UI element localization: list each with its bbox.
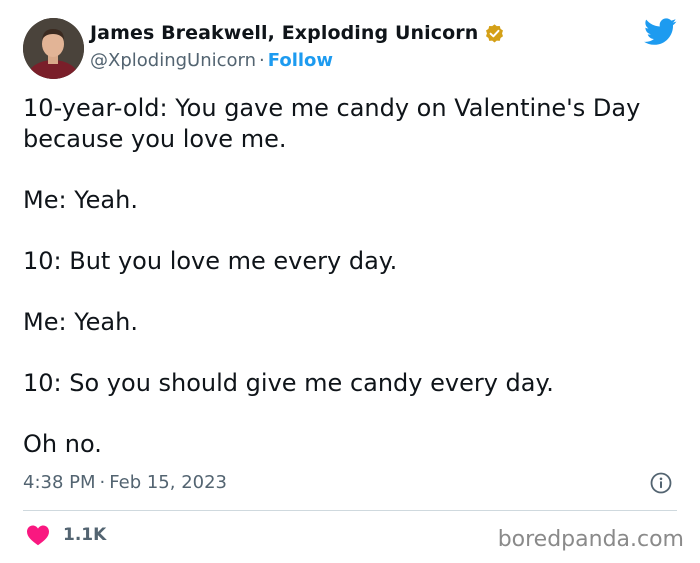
tweet-line: 10-year-old: You gave me candy on Valent… <box>23 94 641 153</box>
heart-icon <box>26 524 50 546</box>
tweet-line: Me: Yeah. <box>23 186 138 214</box>
timestamp-separator: · <box>99 472 106 493</box>
tweet-card: James Breakwell, Exploding Unicorn @Xplo… <box>0 0 700 563</box>
author-handle-row: @XplodingUnicorn · Follow <box>90 50 333 71</box>
tweet-time: 4:38 PM <box>23 472 96 493</box>
follow-button[interactable]: Follow <box>268 50 333 71</box>
author-display-name[interactable]: James Breakwell, Exploding Unicorn <box>90 22 478 44</box>
handle-separator: · <box>259 50 265 71</box>
tweet-line: 10: But you love me every day. <box>23 247 398 275</box>
info-icon[interactable] <box>650 472 672 494</box>
verified-badge-icon <box>484 23 505 44</box>
twitter-bird-icon[interactable] <box>644 18 677 46</box>
avatar[interactable] <box>23 18 84 79</box>
like-count: 1.1K <box>63 525 107 545</box>
like-button[interactable]: 1.1K <box>26 524 106 546</box>
tweet-timestamp[interactable]: 4:38 PM · Feb 15, 2023 <box>23 472 227 493</box>
tweet-date: Feb 15, 2023 <box>109 472 228 493</box>
watermark: boredpanda.com <box>497 527 684 552</box>
tweet-line: Oh no. <box>23 430 102 458</box>
divider <box>23 510 677 511</box>
author-handle[interactable]: @XplodingUnicorn <box>90 50 256 71</box>
tweet-body: 10-year-old: You gave me candy on Valent… <box>23 93 663 460</box>
author-name-row: James Breakwell, Exploding Unicorn <box>90 22 505 44</box>
tweet-line: Me: Yeah. <box>23 308 138 336</box>
tweet-line: 10: So you should give me candy every da… <box>23 369 554 397</box>
